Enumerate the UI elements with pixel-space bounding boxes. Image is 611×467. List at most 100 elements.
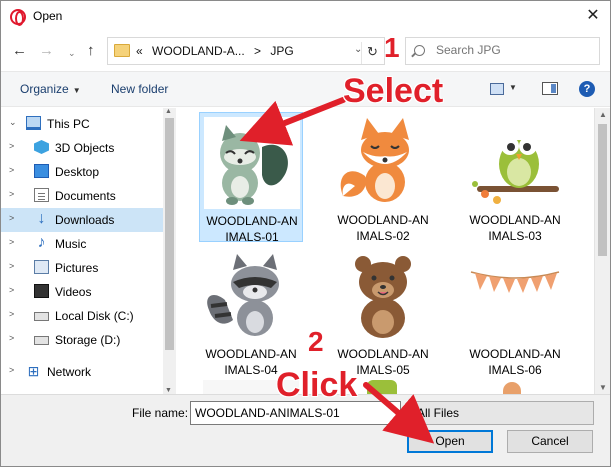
file-item-woodland-animals-03[interactable]: WOODLAND-AN IMALS-03	[463, 112, 567, 243]
chevron-right-icon[interactable]: >	[9, 261, 14, 271]
sidebar-item-label: Downloads	[55, 213, 115, 227]
sidebar-item-desktop[interactable]: > Desktop	[1, 160, 163, 184]
forward-arrow-icon[interactable]: →	[39, 43, 54, 59]
file-item-woodland-animals-05[interactable]: WOODLAND-AN IMALS-05	[331, 246, 435, 377]
organize-label: Organize	[20, 82, 69, 96]
breadcrumb-separator[interactable]: >	[254, 44, 261, 58]
raccoon-thumbnail	[207, 254, 279, 336]
chevron-down-icon: ⌄	[417, 407, 425, 417]
sidebar-item-network[interactable]: > ⊞ Network	[1, 360, 163, 384]
chevron-down-icon: ▼	[72, 86, 81, 95]
partial-thumbnail	[503, 382, 521, 394]
search-input[interactable]	[436, 43, 586, 57]
scroll-up-icon[interactable]: ▲	[599, 110, 607, 119]
select-annotation: Select	[343, 72, 444, 110]
window-title: Open	[33, 9, 63, 23]
sidebar-item-label: Documents	[55, 189, 116, 203]
bear-thumbnail	[355, 256, 411, 338]
file-name-value: WOODLAND-ANIMALS-01	[195, 406, 340, 420]
sidebar-item-videos[interactable]: > Videos	[1, 280, 163, 304]
network-icon: ⊞	[27, 363, 40, 379]
chevron-right-icon[interactable]: >	[9, 165, 14, 175]
sidebar-item-label: Music	[55, 237, 87, 251]
chevron-right-icon[interactable]: >	[9, 141, 14, 151]
file-name-label: WOODLAND-AN IMALS-02	[337, 213, 429, 243]
breadcrumb-item-jpg[interactable]: JPG	[270, 44, 293, 58]
chevron-right-icon[interactable]: >	[9, 365, 14, 375]
chevron-right-icon[interactable]: >	[9, 285, 14, 295]
close-button[interactable]: ✕	[582, 6, 604, 26]
click-annotation: Click	[276, 366, 358, 404]
up-arrow-icon[interactable]: ↑	[87, 43, 95, 59]
help-icon[interactable]: ?	[579, 81, 595, 97]
search-box[interactable]	[405, 37, 600, 65]
sidebar-item-label: 3D Objects	[55, 141, 115, 155]
file-name-label: File name:	[132, 406, 189, 420]
scrollbar-thumb[interactable]	[598, 124, 607, 256]
address-bar[interactable]: « WOODLAND-A... > JPG ⌄ ↻	[107, 37, 385, 65]
scroll-up-icon[interactable]: ▲	[165, 108, 172, 115]
view-options-chevron-icon[interactable]: ▼	[509, 83, 517, 92]
scroll-down-icon[interactable]: ▼	[599, 383, 607, 392]
sidebar-item-this-pc[interactable]: ⌄ This PC	[1, 112, 163, 136]
preview-pane-icon[interactable]	[542, 82, 558, 95]
file-type-select[interactable]: All Files ⌄	[408, 401, 594, 425]
file-item-woodland-animals-04[interactable]: WOODLAND-AN IMALS-04	[199, 246, 303, 377]
title-bar: Open ✕	[1, 1, 610, 33]
3d-objects-icon	[34, 140, 49, 154]
sidebar-item-label: Videos	[55, 285, 92, 299]
cancel-button[interactable]: Cancel	[507, 430, 593, 453]
new-folder-button[interactable]: New folder	[111, 82, 168, 96]
sidebar-item-downloads[interactable]: > ↓ Downloads	[1, 208, 163, 232]
scroll-down-icon[interactable]: ▼	[165, 387, 172, 394]
partial-thumbnail	[367, 380, 397, 394]
command-bar: Organize ▼ New folder ▼ ?	[1, 71, 610, 107]
sidebar-item-storage[interactable]: > Storage (D:)	[1, 328, 163, 352]
storage-disk-icon	[34, 336, 49, 345]
sidebar-item-3d-objects[interactable]: > 3D Objects	[1, 136, 163, 160]
breadcrumb-item-woodland[interactable]: WOODLAND-A...	[152, 44, 245, 58]
sidebar-item-local-disk[interactable]: > Local Disk (C:)	[1, 304, 163, 328]
file-list: WOODLAND-AN IMALS-01 WOODLAND-AN IMALS-02	[177, 108, 610, 394]
sidebar-item-label: Pictures	[55, 261, 99, 275]
sidebar-item-documents[interactable]: > Documents	[1, 184, 163, 208]
file-item-woodland-animals-01[interactable]: WOODLAND-AN IMALS-01	[199, 112, 303, 244]
chevron-down-icon[interactable]: ⌄	[9, 117, 17, 128]
navigation-row: ← → ⌄ ↑ « WOODLAND-A... > JPG ⌄ ↻	[1, 33, 610, 71]
owl-thumbnail	[472, 137, 559, 204]
open-button[interactable]: Open	[407, 430, 493, 453]
sidebar-item-label: This PC	[47, 117, 90, 131]
raccoon-squirrel-thumbnail	[204, 117, 300, 209]
breadcrumb-overflow[interactable]: «	[136, 44, 143, 58]
back-arrow-icon[interactable]: ←	[12, 43, 27, 59]
chevron-right-icon[interactable]: >	[9, 309, 14, 319]
chevron-right-icon[interactable]: >	[9, 213, 14, 223]
step-2-number: 2	[308, 326, 324, 357]
file-list-scrollbar[interactable]: ▲ ▼	[594, 108, 610, 394]
computer-icon	[26, 116, 41, 130]
scrollbar-thumb[interactable]	[165, 118, 174, 350]
refresh-icon[interactable]: ↻	[361, 42, 383, 64]
videos-icon	[34, 284, 49, 298]
sidebar-item-pictures[interactable]: > Pictures	[1, 256, 163, 280]
organize-button[interactable]: Organize ▼	[20, 82, 81, 96]
step-1-number: 1	[384, 32, 400, 63]
chevron-right-icon[interactable]: >	[9, 333, 14, 343]
chevron-right-icon[interactable]: >	[9, 237, 14, 247]
navigation-scrollbar[interactable]: ▲ ▼	[163, 108, 176, 394]
search-icon	[414, 45, 425, 56]
navigation-pane: ⌄ This PC > 3D Objects > Desktop > Docum…	[1, 108, 176, 394]
sidebar-item-label: Network	[47, 365, 92, 379]
music-icon: ♪	[37, 234, 46, 251]
recent-locations-chevron-icon[interactable]: ⌄	[68, 45, 76, 61]
change-view-icon[interactable]	[490, 83, 504, 95]
sidebar-item-music[interactable]: > ♪ Music	[1, 232, 163, 256]
sidebar-item-label: Local Disk (C:)	[55, 309, 134, 323]
file-item-woodland-animals-02[interactable]: WOODLAND-AN IMALS-02	[331, 112, 435, 243]
pictures-icon	[34, 260, 49, 274]
chevron-right-icon[interactable]: >	[9, 189, 14, 199]
file-name-label: WOODLAND-AN IMALS-03	[469, 213, 561, 243]
file-item-woodland-animals-06[interactable]: WOODLAND-AN IMALS-06	[463, 246, 567, 377]
folder-icon	[114, 44, 130, 57]
bunting-thumbnail	[470, 271, 560, 293]
